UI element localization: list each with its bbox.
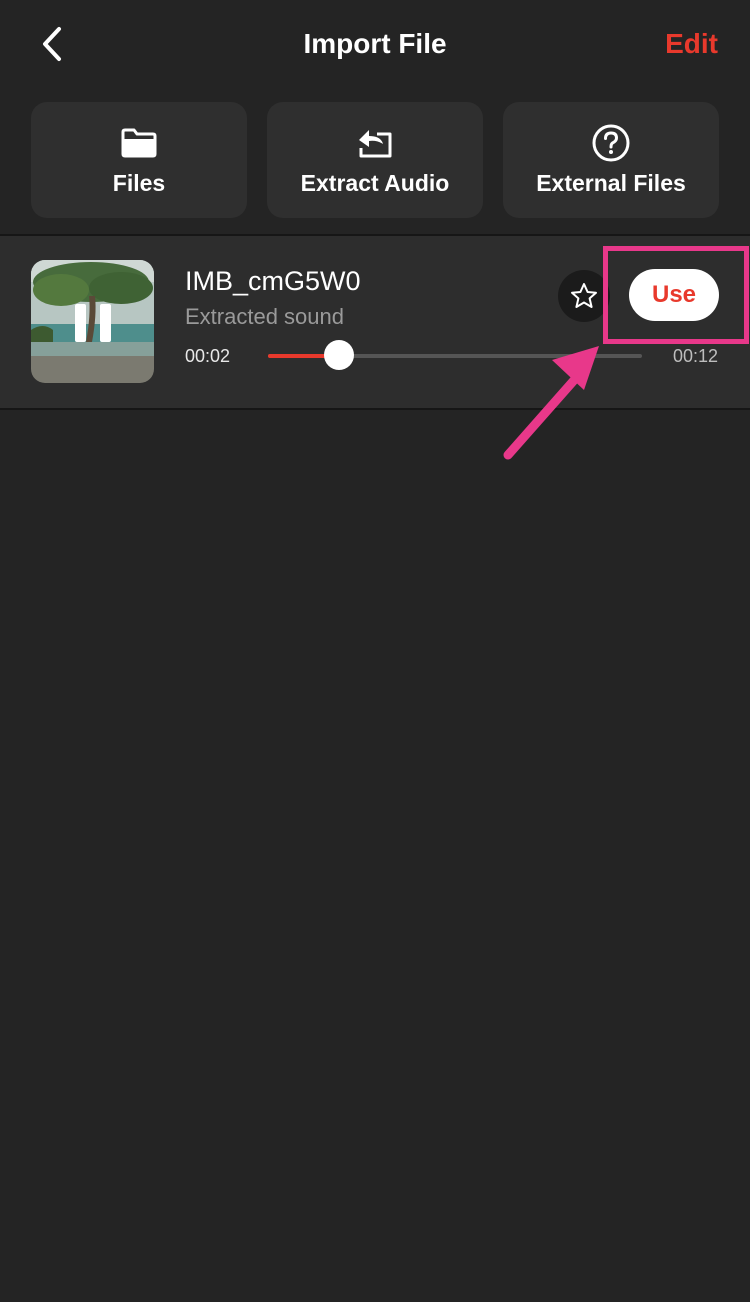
import-file-screen: Import File Edit Files Extract Audio Ext… <box>0 0 750 1302</box>
playback-slider-handle[interactable] <box>324 340 355 370</box>
playback-slider[interactable] <box>268 340 642 370</box>
star-icon <box>571 283 597 308</box>
external-files-label: External Files <box>536 169 686 196</box>
files-button[interactable]: Files <box>31 102 247 218</box>
files-label: Files <box>112 169 166 196</box>
current-time: 00:02 <box>185 346 231 366</box>
divider <box>0 408 750 410</box>
import-source-tiles: Files Extract Audio External Files <box>31 102 719 218</box>
audio-list-item[interactable]: IMB_cmG5W0 Extracted sound 00:02 00:12 U… <box>0 236 750 408</box>
extract-audio-button[interactable]: Extract Audio <box>267 102 483 218</box>
audio-thumbnail[interactable] <box>31 260 154 383</box>
reply-arrow-icon <box>355 124 395 162</box>
favorite-button[interactable] <box>558 270 610 322</box>
use-button[interactable]: Use <box>629 269 719 321</box>
extract-audio-label: Extract Audio <box>300 169 450 196</box>
external-files-button[interactable]: External Files <box>503 102 719 218</box>
page-title: Import File <box>303 28 447 59</box>
question-circle-icon <box>591 124 631 162</box>
folder-icon <box>120 124 158 162</box>
header: Import File Edit <box>0 0 750 92</box>
edit-button[interactable]: Edit <box>665 28 718 60</box>
total-duration: 00:12 <box>672 346 718 366</box>
audio-subtitle: Extracted sound <box>185 304 344 329</box>
pause-icon <box>75 304 111 342</box>
audio-title: IMB_cmG5W0 <box>185 266 361 296</box>
